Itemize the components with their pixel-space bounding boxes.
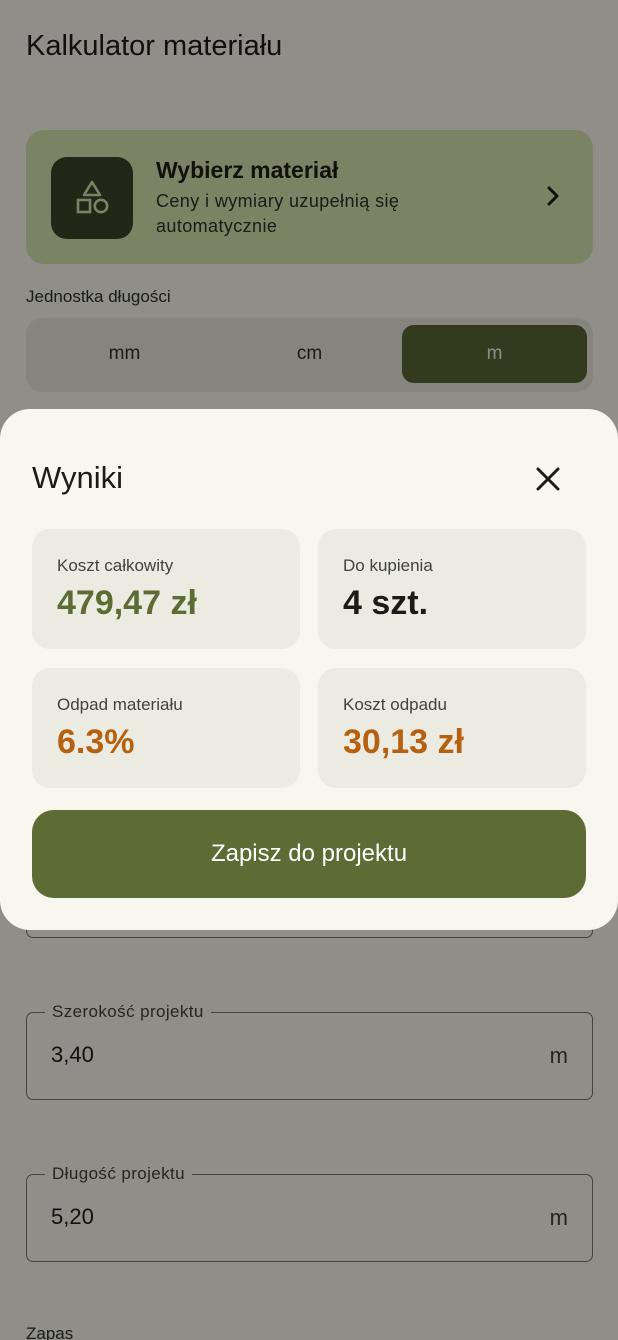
waste-cost-value: 30,13 zł: [343, 723, 464, 761]
close-icon: [536, 467, 560, 491]
to-buy-value: 4 szt.: [343, 584, 429, 622]
results-title: Wyniki: [32, 460, 124, 495]
results-sheet: Wyniki Koszt całkowity 479,47 zł Do kupi…: [0, 409, 618, 930]
close-button[interactable]: [524, 455, 572, 503]
to-buy-card: Do kupienia 4 szt.: [318, 529, 586, 649]
total-cost-value: 479,47 zł: [57, 584, 197, 622]
waste-value: 6.3%: [57, 723, 135, 761]
total-cost-card: Koszt całkowity 479,47 zł: [32, 529, 300, 649]
waste-cost-label: Koszt odpadu: [343, 695, 447, 714]
waste-label: Odpad materiału: [57, 695, 183, 714]
waste-cost-card: Koszt odpadu 30,13 zł: [318, 668, 586, 788]
waste-card: Odpad materiału 6.3%: [32, 668, 300, 788]
total-cost-label: Koszt całkowity: [57, 556, 174, 575]
to-buy-label: Do kupienia: [343, 556, 433, 575]
save-to-project-button[interactable]: Zapisz do projektu: [32, 810, 586, 898]
